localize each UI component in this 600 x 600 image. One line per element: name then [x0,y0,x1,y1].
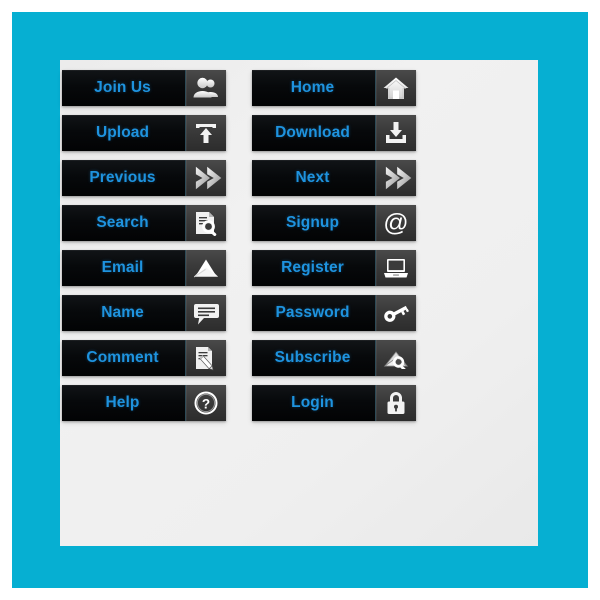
laptop-icon [375,250,416,286]
button-label: Next [295,169,330,186]
key-icon [375,295,416,331]
svg-text:@: @ [383,210,408,236]
button-label: Password [275,304,350,321]
arrow-right-icon [375,160,416,196]
button-label: Help [105,394,140,411]
button-label: Home [290,79,335,96]
lock-icon [375,385,416,421]
button-label: Search [96,214,149,231]
button-login[interactable]: Login [252,385,416,421]
users-icon [185,70,226,106]
button-label: Login [291,394,334,411]
button-password[interactable]: Password [252,295,416,331]
button-column-right: Home Download Next Signup @ Register Pas… [252,70,416,421]
button-register[interactable]: Register [252,250,416,286]
button-label: Signup [285,214,340,231]
write-document-icon [185,340,226,376]
button-label: Comment [86,349,159,366]
button-name[interactable]: Name [62,295,226,331]
download-icon [375,115,416,151]
button-next[interactable]: Next [252,160,416,196]
envelope-search-icon [375,340,416,376]
button-label: Download [275,124,350,141]
button-subscribe[interactable]: Subscribe [252,340,416,376]
button-label: Name [101,304,144,321]
upload-icon [185,115,226,151]
button-previous[interactable]: Previous [62,160,226,196]
button-join-us[interactable]: Join Us [62,70,226,106]
button-help[interactable]: Help ? [62,385,226,421]
arrow-right-icon [185,160,226,196]
button-search[interactable]: Search [62,205,226,241]
question-mark-icon: ? [185,385,226,421]
button-label: Upload [95,124,150,141]
button-label: Register [281,259,344,276]
search-document-icon [185,205,226,241]
button-upload[interactable]: Upload [62,115,226,151]
svg-text:?: ? [202,396,210,411]
button-home[interactable]: Home [252,70,416,106]
screenshot-canvas: Join Us Upload Previous Search Email Nam… [0,0,600,600]
at-sign-icon: @ [375,205,416,241]
button-email[interactable]: Email [62,250,226,286]
button-label: Subscribe [274,349,351,366]
button-download[interactable]: Download [252,115,416,151]
speech-bubble-icon [185,295,226,331]
button-label: Email [101,259,144,276]
house-icon [375,70,416,106]
button-signup[interactable]: Signup @ [252,205,416,241]
button-grid: Join Us Upload Previous Search Email Nam… [62,70,418,421]
envelope-icon [185,250,226,286]
button-comment[interactable]: Comment [62,340,226,376]
button-column-left: Join Us Upload Previous Search Email Nam… [62,70,226,421]
button-label: Join Us [94,79,151,96]
button-label: Previous [89,169,156,186]
